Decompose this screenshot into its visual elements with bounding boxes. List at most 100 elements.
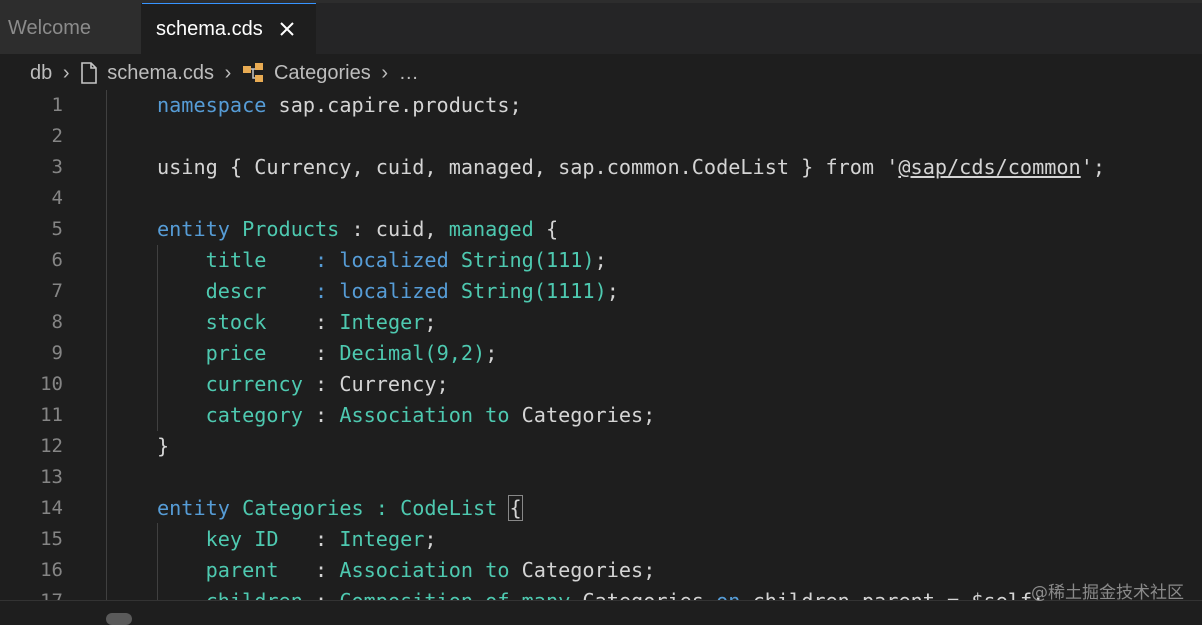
code-token: { [533, 217, 559, 241]
code-token: : [266, 279, 340, 303]
code-line: 17 children : Composition of many Catego… [0, 586, 1202, 600]
code-token: ; [424, 527, 437, 551]
code-token: currency [205, 372, 303, 396]
code-text: stock : Integer; [157, 307, 437, 338]
code-token: : [278, 558, 340, 582]
breadcrumb-label: db [30, 61, 53, 84]
code-token: Categories [570, 589, 716, 600]
code-token: String(1111) [460, 279, 607, 303]
code-line: 7 descr : localized String(1111); [0, 276, 1202, 307]
code-token: stock [205, 310, 267, 334]
code-token: ; [606, 279, 619, 303]
code-token: Categories : CodeList [242, 496, 498, 520]
code-line: 14 entity Categories : CodeList { [0, 493, 1202, 524]
code-token: managed [448, 217, 534, 241]
breadcrumb-separator: › [224, 61, 232, 84]
tab-schema-cds[interactable]: schema.cds [142, 3, 316, 54]
code-token: Products [242, 217, 340, 241]
code-token: parent [205, 558, 279, 582]
breadcrumb-label: schema.cds [107, 61, 214, 84]
code-token: title [205, 248, 267, 272]
line-number: 5 [51, 218, 63, 240]
breadcrumb-label: Categories [273, 61, 371, 84]
code-line: 5 entity Products : cuid, managed { [0, 214, 1202, 245]
tab-label: Welcome [8, 17, 91, 39]
close-icon [280, 22, 294, 36]
code-token: children.parent = $self; [740, 589, 1045, 600]
code-token: ; [424, 310, 437, 334]
code-token: entity [157, 496, 230, 520]
code-text: descr : localized String(1111); [157, 276, 619, 307]
code-token: namespace [157, 93, 267, 117]
code-token: descr [205, 279, 267, 303]
code-text: price : Decimal(9,2); [157, 338, 498, 369]
line-number: 12 [40, 435, 63, 457]
code-token: : [278, 527, 340, 551]
code-token: ; [1092, 155, 1106, 179]
tab-welcome[interactable]: Welcome [0, 3, 142, 54]
code-line: 15 key ID : Integer; [0, 524, 1202, 555]
line-number: 16 [40, 559, 63, 581]
code-token: using { Currency, cuid, managed, sap.com… [157, 155, 887, 179]
code-token: sap.capire.products; [266, 93, 522, 117]
line-number: 10 [40, 373, 63, 395]
code-text: children : Composition of many Categorie… [157, 586, 1045, 600]
code-token: } [157, 434, 170, 458]
code-token: localized [339, 248, 449, 272]
code-line: 1 namespace sap.capire.products; [0, 90, 1202, 121]
code-editor[interactable]: 1 namespace sap.capire.products; 2 3 using {… [0, 90, 1202, 600]
code-line: 11 category : Association to Categories; [0, 400, 1202, 431]
code-token: : [303, 589, 339, 600]
line-number: 17 [0, 586, 63, 600]
tab-bar: Welcome schema.cds [0, 3, 1202, 54]
line-number: 4 [51, 187, 63, 209]
code-token: Categories; [509, 403, 656, 427]
code-text: category : Association to Categories; [157, 400, 656, 431]
code-token: Composition of many [339, 589, 570, 600]
code-token: on [716, 589, 740, 600]
status-bar [0, 600, 1202, 621]
code-token: : [266, 310, 340, 334]
code-token: Integer [339, 527, 425, 551]
code-token: entity [157, 217, 230, 241]
code-token: key ID [205, 527, 279, 551]
code-token: : Currency; [302, 372, 449, 396]
tab-label: schema.cds [156, 17, 263, 40]
line-number: 14 [40, 497, 63, 519]
code-token: : [302, 403, 340, 427]
breadcrumb-item-categories[interactable]: Categories [242, 62, 371, 85]
line-number: 11 [40, 404, 63, 426]
code-token: price [205, 341, 267, 365]
line-number: 2 [51, 125, 63, 147]
breadcrumb-item-schema[interactable]: schema.cds [80, 62, 214, 85]
code-text: entity Products : cuid, managed { [157, 214, 558, 245]
breadcrumb-item-more[interactable]: … [399, 62, 419, 85]
code-text: key ID : Integer; [157, 524, 437, 555]
code-line: 9 price : Decimal(9,2); [0, 338, 1202, 369]
horizontal-scrollbar[interactable] [106, 613, 132, 625]
code-line: 3 using { Currency, cuid, managed, sap.co… [0, 152, 1202, 183]
line-number: 7 [51, 280, 63, 302]
code-text: title : localized String(111); [157, 245, 607, 276]
breadcrumb-separator: › [381, 61, 389, 84]
code-text: parent : Association to Categories; [157, 555, 656, 586]
line-number: 1 [51, 94, 63, 116]
code-token: ; [594, 248, 607, 272]
breadcrumb-item-db[interactable]: db [0, 62, 52, 85]
line-number: 3 [51, 156, 63, 178]
code-token: { [508, 495, 523, 521]
line-number: 6 [51, 249, 63, 271]
code-token: Decimal(9,2) [339, 341, 486, 365]
line-number: 13 [40, 466, 63, 488]
line-number: 15 [40, 528, 63, 550]
close-tab-button[interactable] [277, 19, 297, 39]
